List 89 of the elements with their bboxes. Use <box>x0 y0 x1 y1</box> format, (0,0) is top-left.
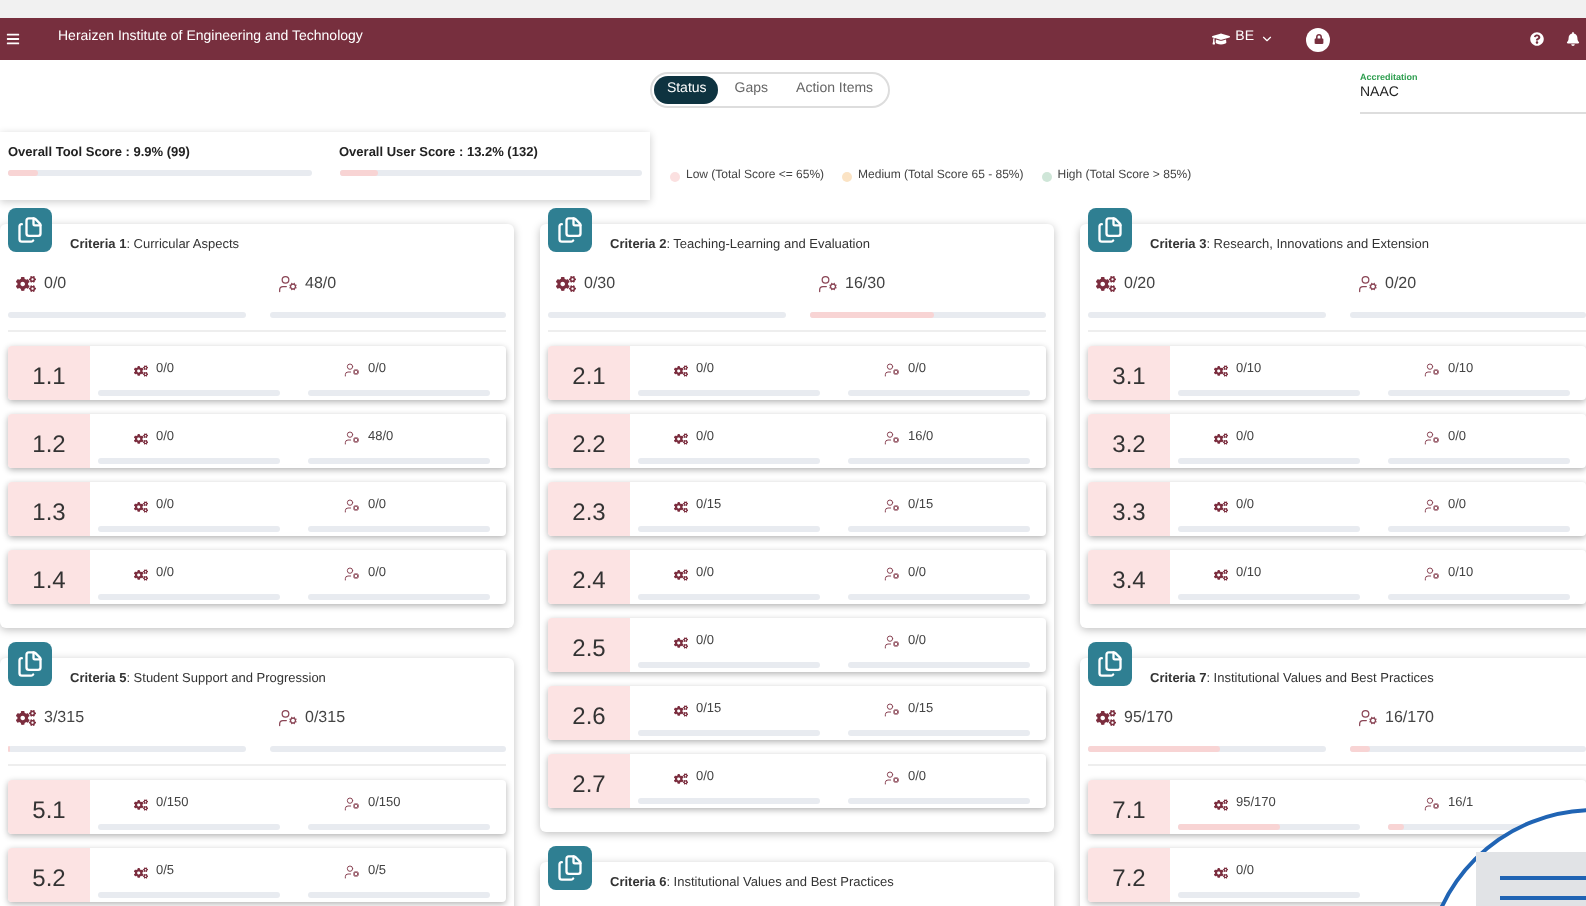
section-number: 7.2 <box>1112 861 1146 895</box>
user-gear-icon <box>1357 274 1377 294</box>
user-gear-icon <box>817 274 837 294</box>
gears-icon <box>556 274 576 294</box>
gears-icon <box>1096 274 1116 294</box>
user-gear-icon <box>1424 362 1440 378</box>
caret-icon <box>1260 32 1274 46</box>
section-number: 2.3 <box>572 495 606 529</box>
gears-icon <box>674 703 688 717</box>
section-number: 3.2 <box>1112 427 1146 461</box>
gears-icon <box>674 567 688 581</box>
gears-icon <box>674 771 688 785</box>
user-gear-icon <box>1357 708 1377 728</box>
gears-icon <box>1214 499 1228 513</box>
gears-icon <box>674 499 688 513</box>
files-icon <box>16 650 44 678</box>
gears-icon <box>1214 431 1228 445</box>
user-gear-icon <box>884 430 900 446</box>
gears-icon <box>674 363 688 377</box>
help-icon[interactable] <box>1530 32 1544 46</box>
user-gear-icon <box>884 770 900 786</box>
notification-icon[interactable] <box>1566 32 1580 46</box>
user-gear-icon <box>344 566 360 582</box>
files-icon <box>556 216 584 244</box>
gears-icon <box>674 635 688 649</box>
section-number: 3.4 <box>1112 563 1146 597</box>
user-gear-icon <box>277 274 297 294</box>
section-number: 1.1 <box>32 359 66 393</box>
score-value: 0/0 <box>44 272 67 296</box>
section-number: 2.1 <box>572 359 606 393</box>
section-number: 5.1 <box>32 793 66 827</box>
user-gear-icon <box>1424 430 1440 446</box>
avatar-button[interactable] <box>1306 27 1330 51</box>
gears-icon <box>134 797 148 811</box>
gears-icon <box>134 499 148 513</box>
gears-icon <box>134 431 148 445</box>
files-icon <box>1096 216 1124 244</box>
graduation-cap-icon <box>1211 30 1230 48</box>
files-icon <box>16 216 44 244</box>
user-gear-icon <box>344 362 360 378</box>
score-value: 16/170 <box>1385 706 1434 730</box>
score-value: 95/170 <box>1124 706 1173 730</box>
section-number: 3.3 <box>1112 495 1146 529</box>
gears-icon <box>1214 363 1228 377</box>
gears-icon <box>1214 567 1228 581</box>
score-value: 0/30 <box>584 272 616 296</box>
user-gear-icon <box>344 498 360 514</box>
gears-icon <box>16 274 36 294</box>
user-gear-icon <box>884 566 900 582</box>
user-gear-icon <box>884 362 900 378</box>
section-number: 3.1 <box>1112 359 1146 393</box>
score-value: 16/30 <box>845 272 886 296</box>
section-number: 1.3 <box>32 495 66 529</box>
section-number: 5.2 <box>32 861 66 895</box>
score-value: 0/20 <box>1385 272 1417 296</box>
gears-icon <box>16 708 36 728</box>
user-gear-icon <box>277 708 297 728</box>
section-number: 7.1 <box>1112 793 1146 827</box>
section-number: 2.2 <box>572 427 606 461</box>
score-value: 48/0 <box>305 272 337 296</box>
section-number: 2.6 <box>572 699 606 733</box>
gears-icon <box>1214 797 1228 811</box>
section-number: 2.4 <box>572 563 606 597</box>
score-value: 3/315 <box>44 706 85 730</box>
gears-icon <box>134 363 148 377</box>
user-gear-icon <box>1424 498 1440 514</box>
user-gear-icon <box>1424 796 1440 812</box>
lock-icon <box>1313 34 1323 44</box>
gears-icon <box>1214 865 1228 879</box>
user-gear-icon <box>344 430 360 446</box>
user-gear-icon <box>344 796 360 812</box>
score-value: 0/315 <box>305 706 346 730</box>
gears-icon <box>674 431 688 445</box>
gears-icon <box>1096 708 1116 728</box>
gears-icon <box>134 865 148 879</box>
menu-icon[interactable] <box>6 32 20 46</box>
files-icon <box>1096 650 1124 678</box>
gears-icon <box>134 567 148 581</box>
user-gear-icon <box>344 864 360 880</box>
user-gear-icon <box>1424 566 1440 582</box>
section-number: 1.2 <box>32 427 66 461</box>
user-gear-icon <box>884 702 900 718</box>
score-value: 0/20 <box>1124 272 1156 296</box>
user-gear-icon <box>884 498 900 514</box>
user-gear-icon <box>884 634 900 650</box>
section-number: 2.5 <box>572 631 606 665</box>
section-number: 2.7 <box>572 767 606 801</box>
files-icon <box>556 854 584 882</box>
section-number: 1.4 <box>32 563 66 597</box>
